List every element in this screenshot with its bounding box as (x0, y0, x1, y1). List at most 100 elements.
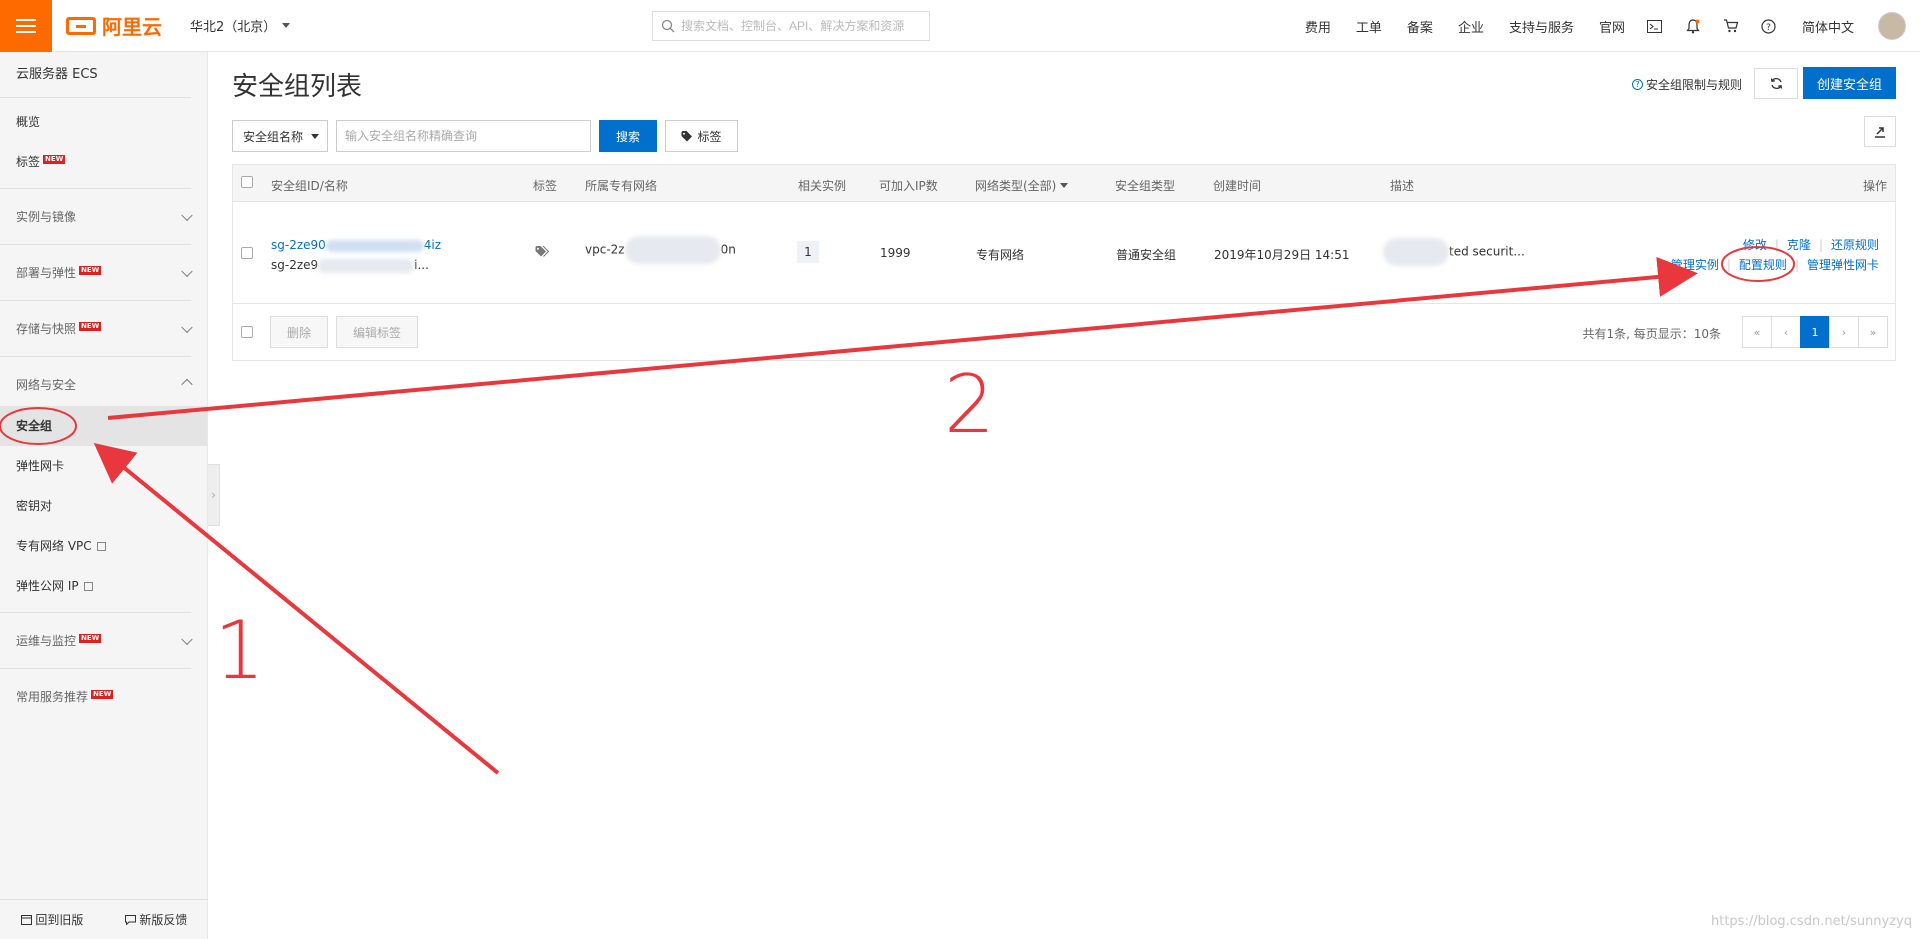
row-ip-count: 1999 (880, 246, 911, 260)
nav-tickets[interactable]: 工单 (1356, 17, 1382, 36)
back-old-version-button[interactable]: 回到旧版 (20, 911, 83, 928)
col-net-type-filter[interactable]: 网络类型(全部) (975, 177, 1069, 194)
sg-limits-help-link[interactable]: ? 安全组限制与规则 (1632, 76, 1742, 93)
sg-limits-help-label: 安全组限制与规则 (1646, 78, 1743, 92)
sidebar-collapse-handle[interactable]: › (208, 464, 220, 526)
sidebar-group-ops[interactable]: 运维与监控 NEW (0, 612, 193, 668)
aliyun-logo[interactable]: 阿里云 (66, 11, 162, 40)
sidebar-group-storage[interactable]: 存储与快照 NEW (0, 300, 193, 356)
export-button[interactable] (1864, 116, 1896, 147)
page-button-1[interactable]: 1 (1800, 316, 1830, 348)
region-label: 华北2（北京） (190, 20, 277, 35)
row-checkbox[interactable] (241, 247, 253, 259)
watermark: https://blog.csdn.net/sunnyzyq (1710, 914, 1912, 929)
select-all-checkbox[interactable] (241, 176, 253, 188)
related-instances-count[interactable]: 1 (797, 241, 819, 263)
tag-icon (681, 130, 693, 141)
footer-select-all-checkbox[interactable] (241, 326, 253, 338)
global-search[interactable] (652, 11, 930, 41)
language-switch[interactable]: 简体中文 (1802, 17, 1854, 36)
row-sg-type: 普通安全组 (1116, 248, 1177, 262)
sg-id-link[interactable]: sg-2ze90 4iz (271, 238, 441, 252)
nav-enterprise[interactable]: 企业 (1458, 17, 1484, 36)
row-tag-icon[interactable] (535, 245, 550, 260)
config-rules-link[interactable]: 配置规则 (1739, 258, 1787, 272)
col-tag: 标签 (533, 179, 558, 193)
filter-input[interactable] (336, 120, 591, 152)
sidebar-item-tags[interactable]: 标签 NEW (0, 142, 207, 182)
redacted-mask (1383, 238, 1449, 266)
create-security-group-button[interactable]: 创建安全组 (1803, 67, 1896, 99)
top-nav: 费用 工单 备案 企业 支持与服务 官网 ? 简体中文 (1280, 0, 1920, 52)
feedback-button[interactable]: 新版反馈 (124, 911, 188, 928)
nav-fees[interactable]: 费用 (1305, 17, 1331, 36)
feedback-icon (124, 915, 136, 926)
desc-suffix: ted securit... (1449, 244, 1525, 259)
table-header: 安全组ID/名称 标签 所属专有网络 相关实例 可加入IP数 网络类型(全部) … (233, 165, 1895, 202)
bell-icon[interactable] (1685, 18, 1701, 34)
sidebar-item-keypair[interactable]: 密钥对 (0, 486, 207, 526)
row-desc: ted securit... (1383, 238, 1525, 266)
tag-filter-button[interactable]: 标签 (665, 120, 738, 152)
sg-name-suffix: i... (414, 258, 429, 272)
svg-text:?: ? (1767, 23, 1772, 33)
sidebar-item-vpc[interactable]: 专有网络 VPC (0, 526, 207, 566)
tag-filter-label: 标签 (697, 129, 722, 144)
row-vpc: vpc-2z 0n (585, 236, 736, 264)
pager-info: 共有1条, 每页显示：10条 (1582, 327, 1721, 341)
logo-text: 阿里云 (102, 15, 162, 39)
sidebar-group-label: 运维与监控 (16, 634, 77, 648)
sg-id-prefix: sg-2ze90 (271, 238, 326, 252)
sg-name-prefix: sg-2ze9 (271, 258, 319, 272)
edit-tags-button[interactable]: 编辑标签 (336, 316, 418, 348)
cart-icon[interactable] (1723, 18, 1739, 34)
sidebar-title: 云服务器 ECS (0, 52, 191, 98)
col-desc: 描述 (1390, 179, 1415, 193)
sidebar-group-instances[interactable]: 实例与镜像 (0, 188, 193, 244)
external-link-icon (96, 542, 106, 551)
avatar[interactable] (1878, 12, 1906, 40)
row-created: 2019年10月29日 14:51 (1214, 248, 1350, 262)
region-selector[interactable]: 华北2（北京） (190, 16, 291, 35)
sidebar-group-deploy[interactable]: 部署与弹性 NEW (0, 244, 193, 300)
nav-support[interactable]: 支持与服务 (1509, 17, 1574, 36)
sidebar-item-label: 弹性公网 IP (16, 579, 79, 593)
sidebar-item-security-group[interactable]: 安全组 (0, 406, 207, 446)
restore-rules-link[interactable]: 还原规则 (1831, 238, 1879, 252)
prev-page-button[interactable]: ‹ (1771, 316, 1801, 348)
manage-eni-link[interactable]: 管理弹性网卡 (1807, 258, 1879, 272)
sidebar-group-label: 部署与弹性 (16, 266, 77, 280)
terminal-icon[interactable] (1647, 18, 1663, 34)
search-button[interactable]: 搜索 (599, 120, 657, 152)
sidebar-footer: 回到旧版 新版反馈 (0, 899, 208, 939)
delete-button[interactable]: 删除 (270, 316, 328, 348)
sidebar-item-eni[interactable]: 弹性网卡 (0, 446, 207, 486)
sidebar-item-overview[interactable]: 概览 (0, 102, 207, 142)
refresh-button[interactable] (1754, 68, 1798, 99)
feedback-label: 新版反馈 (139, 913, 188, 927)
last-page-button[interactable]: » (1858, 316, 1888, 348)
clone-link[interactable]: 克隆 (1787, 238, 1811, 252)
search-icon (661, 19, 675, 33)
nav-icp[interactable]: 备案 (1407, 17, 1433, 36)
next-page-button[interactable]: › (1829, 316, 1859, 348)
new-badge: NEW (79, 322, 102, 331)
step-number-2: 2 (944, 358, 995, 451)
sidebar-group-common[interactable]: 常用服务推荐 NEW (0, 668, 191, 724)
sidebar-group-network[interactable]: 网络与安全 (0, 356, 193, 406)
sidebar-item-eip[interactable]: 弹性公网 IP (0, 566, 207, 606)
help-icon[interactable]: ? (1761, 18, 1777, 34)
modify-link[interactable]: 修改 (1743, 238, 1767, 252)
row-net-type: 专有网络 (976, 248, 1025, 262)
col-net-type-label: 网络类型(全部) (975, 179, 1057, 193)
external-link-icon (83, 582, 93, 591)
chevron-down-icon (282, 23, 291, 28)
manage-instances-link[interactable]: 管理实例 (1671, 258, 1719, 272)
sidebar-item-label: 安全组 (16, 419, 53, 433)
divider: | (1794, 258, 1799, 272)
global-search-input[interactable] (681, 19, 921, 33)
first-page-button[interactable]: « (1742, 316, 1772, 348)
menu-icon[interactable] (0, 0, 52, 52)
filter-field-select[interactable]: 安全组名称 (232, 120, 328, 152)
nav-official[interactable]: 官网 (1599, 17, 1625, 36)
